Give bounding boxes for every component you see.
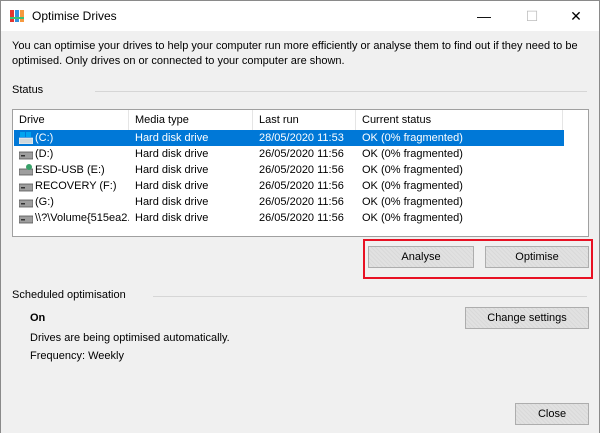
drive-name: RECOVERY (F:) bbox=[35, 180, 117, 192]
status-divider bbox=[95, 91, 587, 92]
window-title: Optimise Drives bbox=[32, 9, 117, 23]
schedule-frequency: Frequency: Weekly bbox=[30, 350, 124, 362]
last-run: 26/05/2020 11:56 bbox=[259, 148, 344, 160]
analyse-button[interactable]: Analyse bbox=[368, 246, 474, 268]
close-window-button[interactable]: ✕ bbox=[553, 1, 599, 31]
hard-drive-icon bbox=[19, 151, 33, 160]
column-header-current-status[interactable]: Current status bbox=[356, 110, 563, 130]
footer-bar: Close bbox=[1, 393, 599, 433]
hard-drive-icon bbox=[19, 215, 33, 224]
current-status: OK (0% fragmented) bbox=[362, 180, 463, 192]
drive-name: ESD-USB (E:) bbox=[35, 164, 105, 176]
drive-row[interactable]: RECOVERY (F:) Hard disk drive 26/05/2020… bbox=[14, 178, 564, 194]
current-status: OK (0% fragmented) bbox=[362, 212, 463, 224]
drive-row[interactable]: (D:) Hard disk drive 26/05/2020 11:56 OK… bbox=[14, 146, 564, 162]
column-header-drive[interactable]: Drive bbox=[13, 110, 129, 130]
current-status: OK (0% fragmented) bbox=[362, 196, 463, 208]
last-run: 26/05/2020 11:56 bbox=[259, 180, 344, 192]
status-section-label: Status bbox=[12, 84, 44, 96]
schedule-description: Drives are being optimised automatically… bbox=[30, 332, 230, 344]
drive-name: \\?\Volume{515ea2... bbox=[35, 212, 129, 224]
scheduled-divider bbox=[153, 296, 587, 297]
column-header-last-run[interactable]: Last run bbox=[253, 110, 356, 130]
usb-drive-icon bbox=[19, 164, 33, 176]
drive-row[interactable]: \\?\Volume{515ea2... Hard disk drive 26/… bbox=[14, 210, 564, 226]
media-type: Hard disk drive bbox=[135, 196, 209, 208]
drive-row[interactable]: ESD-USB (E:) Hard disk drive 26/05/2020 … bbox=[14, 162, 564, 178]
optimise-drives-window: Optimise Drives — ☐ ✕ You can optimise y… bbox=[0, 0, 600, 433]
last-run: 26/05/2020 11:56 bbox=[259, 212, 344, 224]
drive-name: (G:) bbox=[35, 196, 54, 208]
hard-drive-icon bbox=[19, 183, 33, 192]
close-button[interactable]: Close bbox=[515, 403, 589, 425]
last-run: 26/05/2020 11:56 bbox=[259, 164, 344, 176]
media-type: Hard disk drive bbox=[135, 148, 209, 160]
current-status: OK (0% fragmented) bbox=[362, 132, 463, 144]
last-run: 26/05/2020 11:56 bbox=[259, 196, 344, 208]
defrag-app-icon bbox=[10, 10, 24, 22]
hard-drive-icon bbox=[19, 199, 33, 208]
drive-row[interactable]: (G:) Hard disk drive 26/05/2020 11:56 OK… bbox=[14, 194, 564, 210]
media-type: Hard disk drive bbox=[135, 212, 209, 224]
media-type: Hard disk drive bbox=[135, 180, 209, 192]
drive-name: (C:) bbox=[35, 132, 54, 144]
intro-text: You can optimise your drives to help you… bbox=[12, 40, 578, 67]
maximize-button: ☐ bbox=[525, 7, 539, 24]
column-header-media-type[interactable]: Media type bbox=[129, 110, 253, 130]
drive-name: (D:) bbox=[35, 148, 54, 160]
optimise-button[interactable]: Optimise bbox=[485, 246, 589, 268]
current-status: OK (0% fragmented) bbox=[362, 148, 463, 160]
last-run: 28/05/2020 11:53 bbox=[259, 132, 344, 144]
windows-drive-icon bbox=[19, 132, 33, 144]
media-type: Hard disk drive bbox=[135, 164, 209, 176]
drive-row[interactable]: (C:) Hard disk drive 28/05/2020 11:53 OK… bbox=[14, 130, 564, 146]
media-type: Hard disk drive bbox=[135, 132, 209, 144]
minimize-button[interactable]: — bbox=[461, 1, 507, 31]
schedule-state: On bbox=[30, 312, 46, 324]
scheduled-section-label: Scheduled optimisation bbox=[12, 289, 126, 301]
current-status: OK (0% fragmented) bbox=[362, 164, 463, 176]
title-bar[interactable]: Optimise Drives — ☐ ✕ bbox=[1, 1, 599, 31]
drives-list[interactable]: Drive Media type Last run Current status… bbox=[12, 109, 589, 237]
change-settings-button[interactable]: Change settings bbox=[465, 307, 589, 329]
